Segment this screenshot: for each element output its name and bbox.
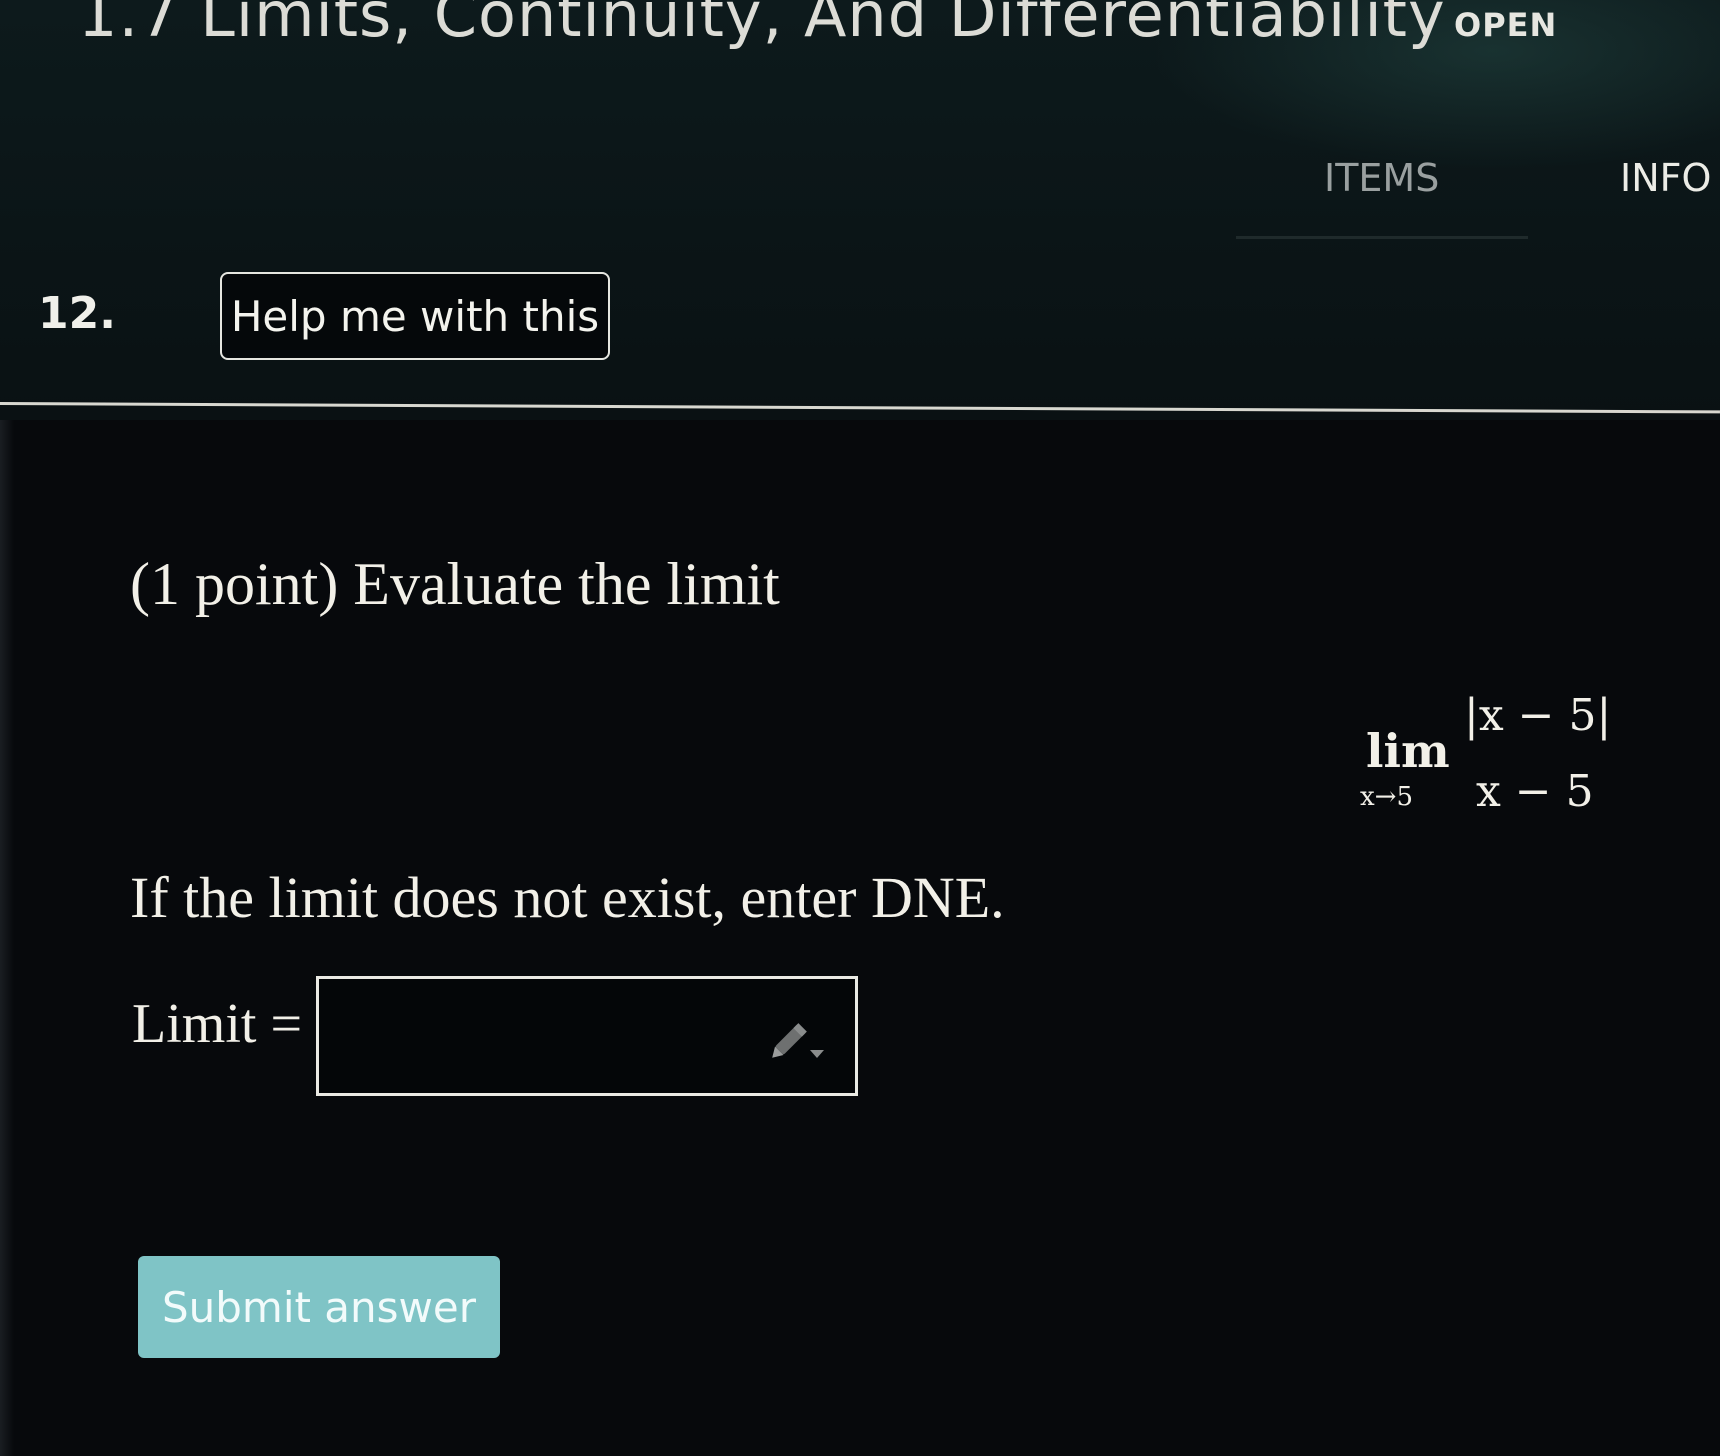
tab-items[interactable]: ITEMS	[1324, 156, 1439, 200]
answer-label: Limit =	[132, 993, 303, 1055]
problem-hint: If the limit does not exist, enter DNE.	[130, 865, 1005, 930]
question-number: 12.	[38, 288, 116, 339]
limit-word: lim	[1366, 724, 1450, 778]
limit-numerator: |x − 5|	[1464, 690, 1612, 741]
limit-denominator: x − 5	[1476, 766, 1594, 817]
status-label: OPEN	[1454, 6, 1558, 44]
limit-approach: x→5	[1360, 782, 1413, 812]
course-title: 1.7 Limits, Continuity, And Differentiab…	[78, 0, 1446, 51]
tab-underline	[1236, 236, 1528, 239]
help-button[interactable]: Help me with this	[220, 272, 610, 360]
pencil-icon[interactable]	[770, 1012, 830, 1064]
problem-intro: (1 point) Evaluate the limit	[130, 551, 780, 617]
page-header: 1.7 Limits, Continuity, And Differentiab…	[0, 0, 1720, 420]
tab-info[interactable]: INFO	[1620, 156, 1711, 200]
submit-answer-button[interactable]: Submit answer	[138, 1256, 500, 1358]
left-edge-shade	[0, 420, 14, 1456]
limit-expression: lim x→5 |x − 5| x − 5	[1360, 690, 1620, 830]
